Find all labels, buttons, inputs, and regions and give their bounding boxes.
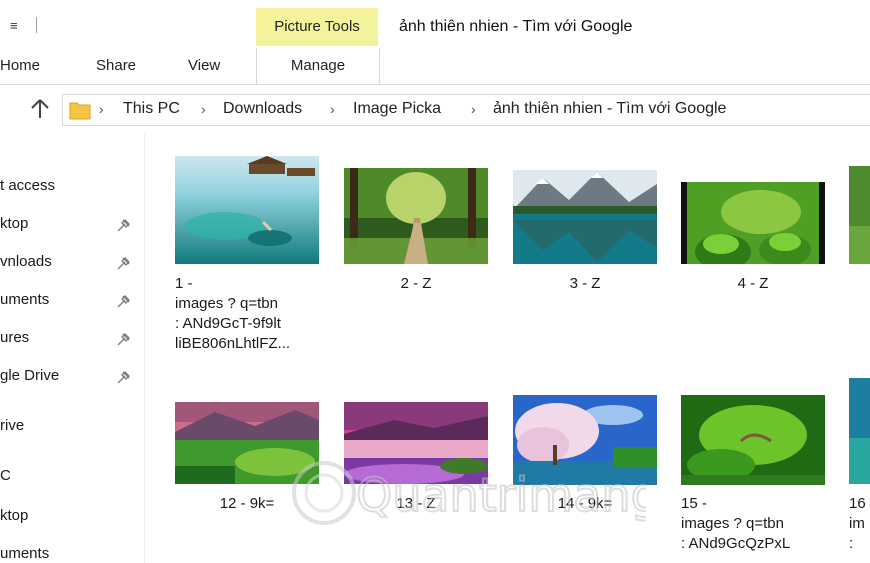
nav-item-documents-pc[interactable]: uments [0, 545, 49, 562]
file-name-line: 1 - [175, 275, 193, 292]
file-name-line: images ? q=tbn [175, 295, 278, 312]
nav-item-google-drive[interactable]: gle Drive [0, 367, 59, 384]
thumbnail-image-15[interactable] [681, 395, 825, 485]
file-name-line: 15 - [681, 495, 707, 512]
file-name-line: : ANd9GcQzPxL [681, 535, 791, 552]
tab-home[interactable]: Home [0, 57, 40, 74]
file-name-line: 13 - Z [396, 495, 436, 512]
thumbnail-image-2[interactable] [344, 168, 488, 264]
tab-view[interactable]: View [188, 57, 220, 74]
nav-item-quick-access[interactable]: t access [0, 177, 55, 194]
pin-icon [116, 255, 132, 271]
breadcrumb-current-folder[interactable]: ảnh thiên nhien - Tìm với Google [493, 100, 726, 118]
thumbnail-image-1[interactable] [175, 156, 319, 264]
file-name-line: liBE806nLhtlFZ... [175, 335, 291, 352]
file-view: 1 - images ? q=tbn : ANd9GcT-9f9lt liBE8… [145, 134, 870, 563]
tab-share[interactable]: Share [96, 57, 136, 74]
chevron-right-icon: › [99, 101, 104, 117]
breadcrumb-this-pc[interactable]: This PC [123, 100, 180, 118]
nav-item-this-pc[interactable]: C [0, 467, 11, 484]
file-name-line: 14 - 9k= [557, 495, 613, 512]
thumbnail-image-4[interactable] [681, 182, 825, 264]
nav-item-pictures[interactable]: ures [0, 329, 29, 346]
tab-manage[interactable]: Manage [256, 48, 380, 84]
thumbnail-image-16[interactable] [849, 378, 870, 484]
ribbon-tabs: Home Share View Manage [0, 48, 870, 85]
quick-access-customize-icon[interactable]: ≡ [10, 18, 18, 33]
picture-tools-group-label: Picture Tools [256, 8, 378, 46]
toolbar-separator [36, 17, 37, 33]
nav-item-downloads[interactable]: vnloads [0, 253, 52, 270]
title-bar: ≡ Picture Tools ảnh thiên nhien - Tìm vớ… [0, 0, 870, 48]
address-bar[interactable]: › This PC › Downloads › Image Picka › ản… [62, 94, 870, 126]
up-arrow-icon[interactable] [26, 94, 54, 124]
breadcrumb-downloads[interactable]: Downloads [223, 100, 302, 118]
chevron-right-icon[interactable]: › [330, 101, 335, 117]
window-title: ảnh thiên nhien - Tìm với Google [399, 18, 633, 35]
file-name-line: 2 - Z [400, 275, 432, 292]
nav-item-onedrive[interactable]: rive [0, 417, 24, 434]
thumbnail-image-12[interactable] [175, 402, 319, 484]
thumbnail-image-5[interactable] [849, 166, 870, 264]
chevron-right-icon[interactable]: › [201, 101, 206, 117]
pin-icon [116, 331, 132, 347]
file-name-line: 3 - Z [569, 275, 601, 292]
address-row: › This PC › Downloads › Image Picka › ản… [0, 86, 870, 134]
file-name-line: 4 - Z [737, 275, 769, 292]
thumbnail-image-13[interactable] [344, 402, 488, 484]
file-name-line: : [849, 535, 854, 552]
breadcrumb-image-picka[interactable]: Image Picka [353, 100, 441, 118]
pin-icon [116, 369, 132, 385]
thumbnail-image-3[interactable] [513, 170, 657, 264]
file-name-line: 12 - 9k= [219, 495, 275, 512]
pin-icon [116, 293, 132, 309]
file-name-line: 16 [849, 495, 866, 512]
thumbnail-image-14[interactable] [513, 395, 657, 485]
pin-icon [116, 217, 132, 233]
file-name-line: im [849, 515, 865, 532]
chevron-right-icon[interactable]: › [471, 101, 476, 117]
file-name-line: : ANd9GcT-9f9lt [175, 315, 281, 332]
nav-item-desktop-pc[interactable]: ktop [0, 507, 28, 524]
navigation-pane: t access ktop vnloads uments ures gle Dr… [0, 134, 145, 563]
file-name-line: images ? q=tbn [681, 515, 784, 532]
nav-item-desktop[interactable]: ktop [0, 215, 28, 232]
nav-item-documents[interactable]: uments [0, 291, 49, 308]
folder-icon [69, 100, 91, 120]
